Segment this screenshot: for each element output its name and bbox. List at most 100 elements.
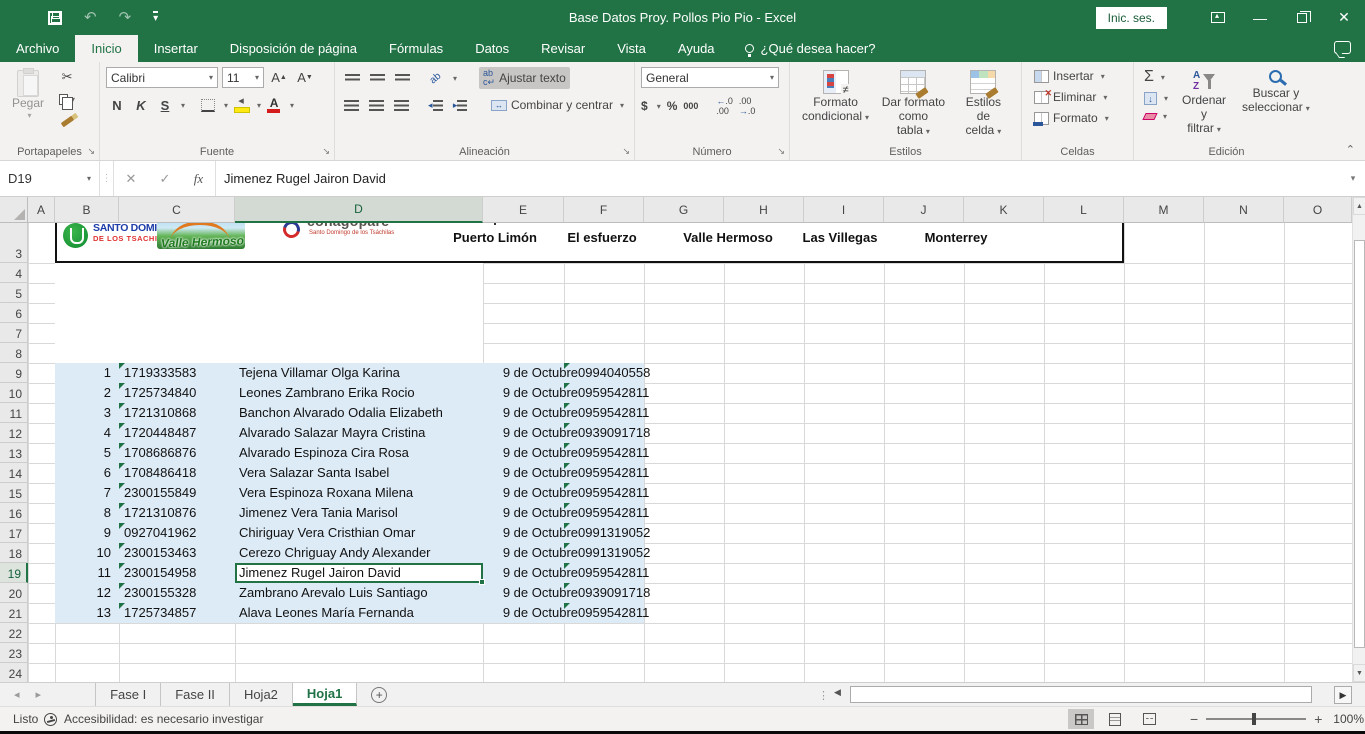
- row-header-11[interactable]: 11: [0, 403, 28, 423]
- formula-input[interactable]: Jimenez Rugel Jairon David: [216, 161, 1341, 196]
- cell-F16[interactable]: 0959542811: [578, 505, 649, 521]
- currency-dropdown[interactable]: ▾: [657, 102, 661, 111]
- cell-F19[interactable]: 0959542811: [578, 565, 649, 581]
- ribbon-tab-f-rmulas[interactable]: Fórmulas: [373, 35, 459, 62]
- number-format-select[interactable]: General▾: [641, 67, 779, 88]
- cell-B12[interactable]: 4: [55, 425, 111, 441]
- find-select-button[interactable]: Buscar y seleccionar▾: [1236, 67, 1316, 138]
- font-color-dropdown[interactable]: ▾: [290, 101, 294, 110]
- ribbon-display-options-button[interactable]: [1197, 0, 1239, 35]
- cell-D11[interactable]: Banchon Alvarado Odalia Elizabeth: [239, 405, 481, 421]
- ribbon-tab-insertar[interactable]: Insertar: [138, 35, 214, 62]
- row-header-14[interactable]: 14: [0, 463, 28, 483]
- underline-dropdown[interactable]: ▾: [181, 101, 185, 110]
- insert-function-icon[interactable]: fx: [182, 161, 216, 196]
- cut-icon[interactable]: ✂: [56, 67, 78, 87]
- font-color-icon[interactable]: A: [263, 95, 285, 115]
- autosum-button[interactable]: Σ▾: [1140, 67, 1172, 87]
- row-header-5[interactable]: 5: [0, 283, 28, 303]
- font-dialog-launcher[interactable]: ↘: [322, 146, 330, 157]
- cell-F11[interactable]: 0959542811: [578, 405, 649, 421]
- minimize-button[interactable]: —: [1239, 0, 1281, 35]
- cell-C13[interactable]: 1708686876: [124, 445, 196, 461]
- undo-icon[interactable]: ↶: [84, 10, 97, 25]
- cell-D9[interactable]: Tejena Villamar Olga Karina: [239, 365, 481, 381]
- row-header-3[interactable]: 3: [0, 223, 28, 263]
- column-header-L[interactable]: L: [1044, 197, 1124, 223]
- cell-F21[interactable]: 0959542811: [578, 605, 649, 621]
- column-header-G[interactable]: G: [644, 197, 724, 223]
- new-sheet-icon[interactable]: +: [371, 687, 387, 703]
- number-dialog-launcher[interactable]: ↘: [777, 146, 785, 157]
- cell-D19[interactable]: Jimenez Rugel Jairon David: [239, 565, 481, 581]
- column-header-D[interactable]: D: [235, 197, 483, 223]
- tell-me-box[interactable]: ¿Qué desea hacer?: [731, 35, 890, 62]
- italic-button[interactable]: K: [130, 95, 152, 115]
- grow-font-icon[interactable]: A▲: [268, 68, 290, 88]
- format-cells-button[interactable]: Formato▾: [1030, 109, 1127, 127]
- column-header-M[interactable]: M: [1124, 197, 1204, 223]
- ribbon-tab-datos[interactable]: Datos: [459, 35, 525, 62]
- cell-D10[interactable]: Leones Zambrano Erika Rocio: [239, 385, 481, 401]
- cell-C17[interactable]: 0927041962: [124, 525, 196, 541]
- column-header-F[interactable]: F: [564, 197, 644, 223]
- cell-D14[interactable]: Vera Salazar Santa Isabel: [239, 465, 481, 481]
- cell-F10[interactable]: 0959542811: [578, 385, 649, 401]
- cell-D20[interactable]: Zambrano Arevalo Luis Santiago: [239, 585, 481, 601]
- redo-icon[interactable]: ↷: [119, 10, 132, 25]
- comma-format-icon[interactable]: 000: [683, 101, 698, 111]
- cell-C15[interactable]: 2300155849: [124, 485, 196, 501]
- cell-F15[interactable]: 0959542811: [578, 485, 649, 501]
- alignment-dialog-launcher[interactable]: ↘: [622, 146, 630, 157]
- cancel-entry-icon[interactable]: ✕: [114, 161, 148, 196]
- insert-cells-button[interactable]: Insertar▾: [1030, 67, 1127, 85]
- fill-color-dropdown[interactable]: ▾: [257, 101, 261, 110]
- row-header-23[interactable]: 23: [0, 643, 28, 663]
- zoom-slider[interactable]: [1206, 718, 1306, 720]
- cell-C10[interactable]: 1725734840: [124, 385, 196, 401]
- cell-B9[interactable]: 1: [55, 365, 111, 381]
- cell-D16[interactable]: Jimenez Vera Tania Marisol: [239, 505, 481, 521]
- font-name-select[interactable]: Calibri▾: [106, 67, 218, 88]
- row-header-24[interactable]: 24: [0, 663, 28, 682]
- vertical-scrollbar-thumb[interactable]: [1354, 240, 1365, 648]
- fill-color-icon[interactable]: ◂: [230, 95, 252, 115]
- cell-C19[interactable]: 2300154958: [124, 565, 196, 581]
- cell-F20[interactable]: 0939091718: [578, 585, 650, 601]
- column-header-A[interactable]: A: [28, 197, 55, 223]
- cell-C9[interactable]: 1719333583: [124, 365, 196, 381]
- ribbon-tab-ayuda[interactable]: Ayuda: [662, 35, 731, 62]
- next-sheet-icon[interactable]: ▸: [36, 688, 42, 701]
- sheet-tab-hoja2[interactable]: Hoja2: [230, 683, 293, 706]
- cell-D18[interactable]: Cerezo Chriguay Andy Alexander: [239, 545, 481, 561]
- horizontal-scrollbar[interactable]: [848, 686, 1332, 704]
- percent-format-icon[interactable]: %: [667, 99, 678, 113]
- row-header-7[interactable]: 7: [0, 323, 28, 343]
- cell-C14[interactable]: 1708486418: [124, 465, 196, 481]
- cell-C18[interactable]: 2300153463: [124, 545, 196, 561]
- borders-dropdown[interactable]: ▾: [224, 101, 228, 110]
- name-box[interactable]: D19 ▾: [0, 161, 100, 196]
- page-layout-view-button[interactable]: [1102, 709, 1128, 729]
- shrink-font-icon[interactable]: A▼: [294, 68, 316, 88]
- zoom-out-icon[interactable]: −: [1190, 711, 1198, 727]
- save-icon[interactable]: [48, 11, 62, 25]
- align-bottom-icon[interactable]: [391, 68, 413, 88]
- hscroll-right-icon[interactable]: ▶: [1334, 686, 1352, 704]
- zoom-in-icon[interactable]: +: [1314, 711, 1322, 727]
- normal-view-button[interactable]: [1068, 709, 1094, 729]
- align-center-icon[interactable]: [366, 95, 388, 115]
- ribbon-tab-vista[interactable]: Vista: [601, 35, 662, 62]
- cell-C12[interactable]: 1720448487: [124, 425, 196, 441]
- scroll-up-icon[interactable]: ▲: [1353, 197, 1365, 215]
- column-header-K[interactable]: K: [964, 197, 1044, 223]
- font-size-select[interactable]: 11▾: [222, 67, 264, 88]
- cell-B15[interactable]: 7: [55, 485, 111, 501]
- cell-B14[interactable]: 6: [55, 465, 111, 481]
- column-header-I[interactable]: I: [804, 197, 884, 223]
- cell-C21[interactable]: 1725734857: [124, 605, 196, 621]
- align-top-icon[interactable]: [341, 68, 363, 88]
- cell-B19[interactable]: 11: [55, 565, 111, 581]
- format-as-table-button[interactable]: Dar formato como tabla▾: [875, 67, 952, 140]
- align-left-icon[interactable]: [341, 95, 363, 115]
